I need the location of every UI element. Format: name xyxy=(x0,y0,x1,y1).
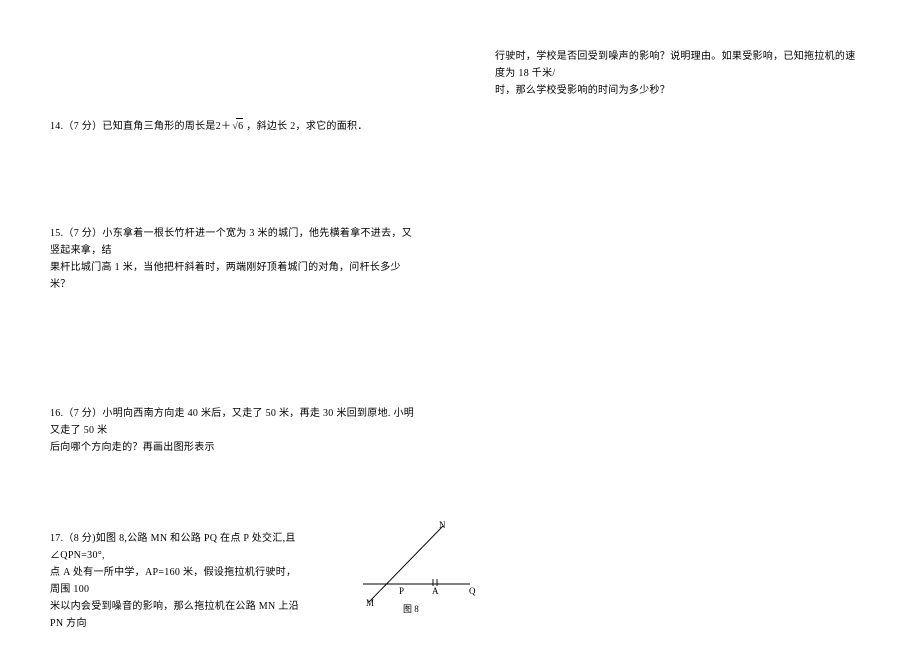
label-p: P xyxy=(399,586,404,596)
q14-suffix: ，斜边长 2，求它的面积． xyxy=(243,121,367,132)
q14-expr-base: 2＋ xyxy=(216,121,232,132)
question-17-continued: 行驶时，学校是否回受到噪声的影响？说明理由。如果受影响，已知拖拉机的速度为 18… xyxy=(495,48,865,99)
figure-8-diagram: N Q A P M 图 8 xyxy=(355,520,475,620)
q15-line2: 果杆比城门高 1 米，当他把杆斜着时，两端刚好顶着城门的对角，问杆长多少米？ xyxy=(50,259,420,293)
label-m: M xyxy=(366,598,374,608)
q14-radicand: 6 xyxy=(238,121,243,132)
q17-line3: 米以内会受到噪音的影响，那么拖拉机在公路 MN 上沿 PN 方向 xyxy=(50,598,300,632)
sqrt-expression: √6 xyxy=(232,118,243,135)
label-n: N xyxy=(439,520,446,530)
q15-line1: 15.（7 分）小东拿着一根长竹杆进一个宽为 3 米的城门，他先横着拿不进去，又… xyxy=(50,225,420,259)
sqrt-bar xyxy=(236,118,243,119)
figure-caption: 图 8 xyxy=(403,602,419,615)
question-17: 17.（8 分)如图 8,公路 MN 和公路 PQ 在点 P 处交汇,且∠QPN… xyxy=(50,530,300,632)
question-16: 16.（7 分）小明向西南方向走 40 米后，又走了 50 米，再走 30 米回… xyxy=(50,405,420,456)
q16-line2: 后向哪个方向走的？再画出图形表示 xyxy=(50,439,420,456)
q17-line2: 点 A 处有一所中学，AP=160 米，假设拖拉机行驶时，周围 100 xyxy=(50,564,300,598)
question-15: 15.（7 分）小东拿着一根长竹杆进一个宽为 3 米的城门，他先横着拿不进去，又… xyxy=(50,225,420,293)
q17-line1: 17.（8 分)如图 8,公路 MN 和公路 PQ 在点 P 处交汇,且∠QPN… xyxy=(50,530,300,564)
q14-prefix: 14.（7 分）已知直角三角形的周长是 xyxy=(50,121,216,132)
label-q: Q xyxy=(469,586,476,596)
q16-line1: 16.（7 分）小明向西南方向走 40 米后，又走了 50 米，再走 30 米回… xyxy=(50,405,420,439)
question-14: 14.（7 分）已知直角三角形的周长是2＋√6 ，斜边长 2，求它的面积． xyxy=(50,118,368,135)
q17-cont-line1: 行驶时，学校是否回受到噪声的影响？说明理由。如果受影响，已知拖拉机的速度为 18… xyxy=(495,48,865,82)
label-a: A xyxy=(432,586,439,596)
q17-cont-line2: 时，那么学校受影响的时间为多少秒？ xyxy=(495,82,865,99)
